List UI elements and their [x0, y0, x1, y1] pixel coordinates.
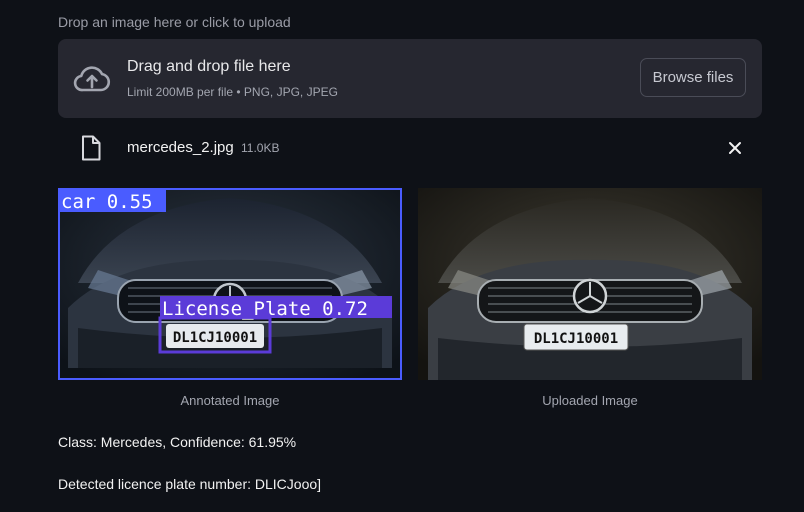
browse-files-button[interactable]: Browse files [640, 58, 746, 97]
app-main: Drop an image here or click to upload Dr… [0, 0, 804, 512]
plate-text: DL1CJ10001 [534, 331, 618, 347]
car-detection-label: car 0.55 [61, 191, 153, 213]
file-size: 11.0KB [241, 141, 280, 155]
cloud-upload-icon [73, 66, 111, 92]
close-icon[interactable] [724, 137, 746, 159]
dropzone-title: Drag and drop file here [127, 58, 291, 75]
annotated-image: car 0.55 License_Plate 0.72 DL1CJ10001 [58, 188, 402, 380]
classification-result: Class: Mercedes, Confidence: 61.95% [58, 434, 297, 450]
dropzone-limits: Limit 200MB per file • PNG, JPG, JPEG [127, 85, 338, 99]
file-icon [82, 135, 101, 161]
uploaded-file-row: mercedes_2.jpg 11.0KB [58, 130, 762, 166]
plate-text: DL1CJ10001 [173, 330, 257, 346]
plate-result: Detected licence plate number: DLICJooo] [58, 476, 322, 492]
uploaded-image: DL1CJ10001 [418, 188, 762, 380]
uploader-label: Drop an image here or click to upload [58, 14, 291, 30]
plate-detection-label: License_Plate 0.72 [162, 298, 368, 320]
annotated-image-caption: Annotated Image [180, 393, 280, 408]
uploaded-image-caption: Uploaded Image [542, 393, 638, 408]
file-name: mercedes_2.jpg [127, 139, 234, 156]
file-dropzone[interactable]: Drag and drop file here Limit 200MB per … [58, 39, 762, 118]
